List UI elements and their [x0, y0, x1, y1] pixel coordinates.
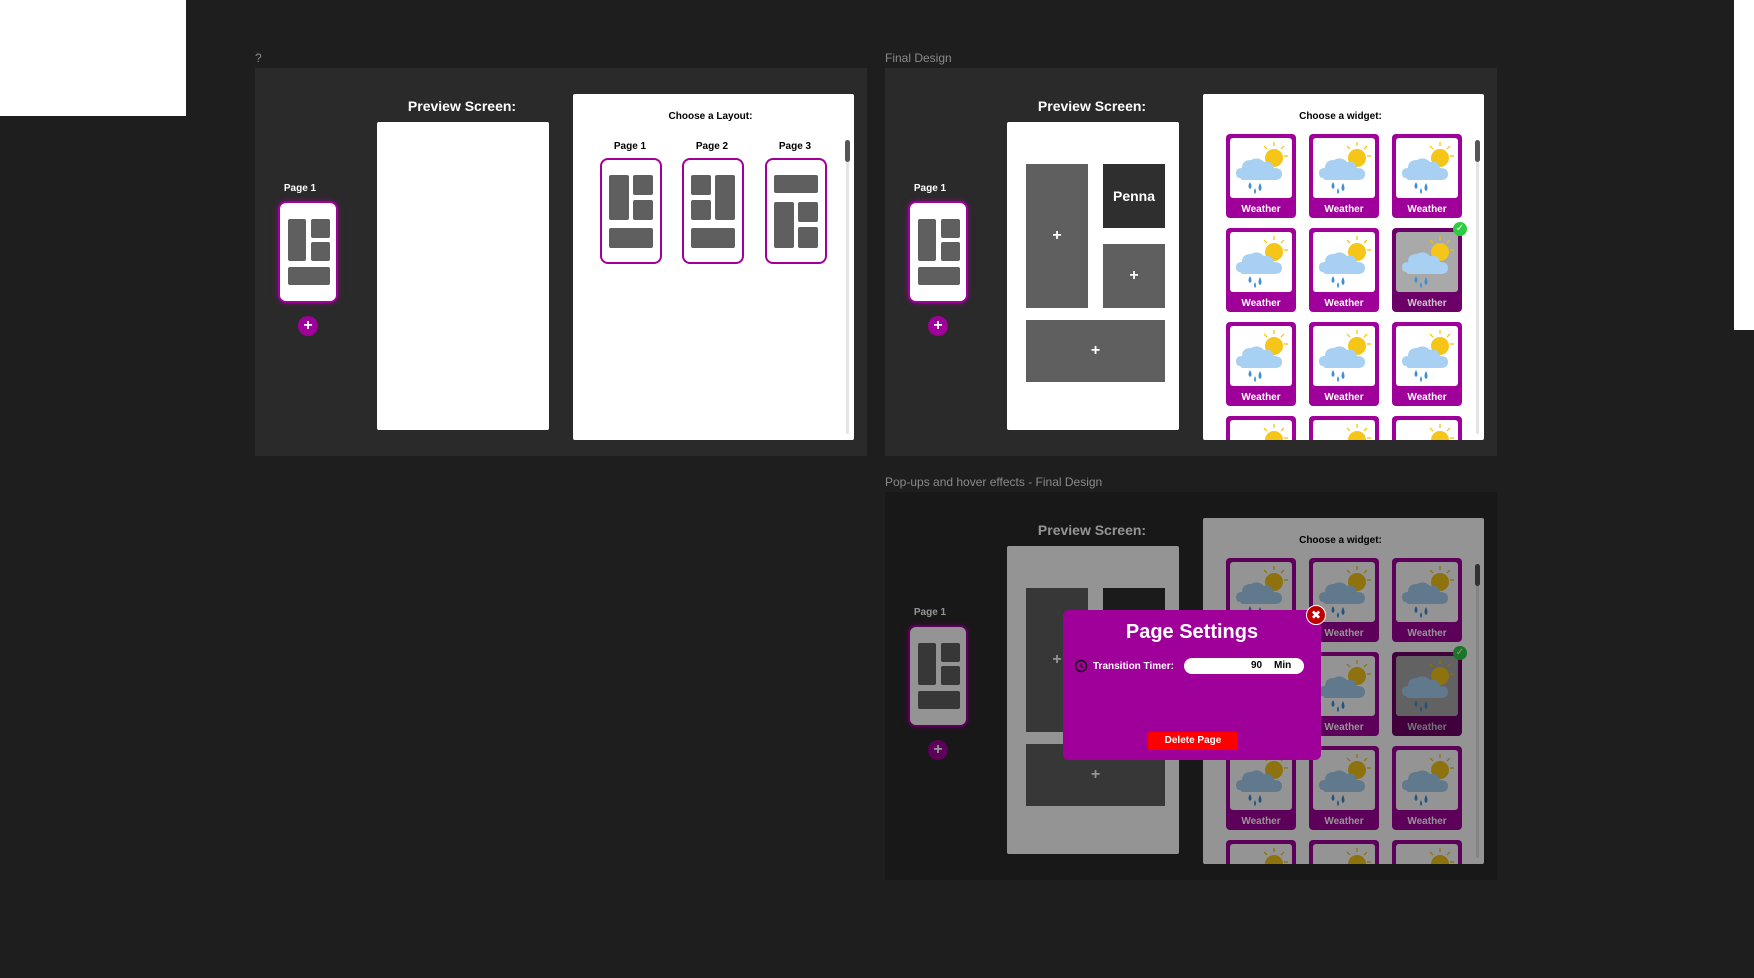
widget-label: Weather	[1324, 392, 1364, 403]
cloud-rain-sun-icon	[1236, 330, 1288, 382]
cloud-rain-sun-icon	[1236, 142, 1288, 194]
layout-label: Page 3	[778, 141, 812, 152]
cloud-rain-sun-icon	[1236, 236, 1288, 288]
cloud-rain-sun-icon	[1402, 330, 1454, 382]
add-page-button[interactable]: +	[298, 316, 318, 336]
weather-widget[interactable]: Weather	[1226, 228, 1296, 312]
weather-widget[interactable]: Weather	[1392, 228, 1462, 312]
frame-label-left: ?	[255, 51, 262, 65]
layout-scrollbar[interactable]	[846, 140, 849, 434]
frame-label-final: Final Design	[885, 51, 952, 65]
cloud-rain-sun-icon	[1319, 142, 1371, 194]
weather-widget[interactable]: Weather	[1392, 322, 1462, 406]
weather-widget[interactable]: Weather	[1309, 416, 1379, 440]
widget-icon-box	[1313, 326, 1375, 386]
preview-title: Preview Screen:	[407, 98, 517, 114]
layout-label: Page 2	[695, 141, 729, 152]
widget-label: Weather	[1324, 204, 1364, 215]
cloud-rain-sun-icon	[1429, 424, 1454, 440]
check-icon: ✓	[1453, 222, 1467, 236]
widget-icon-box	[1396, 420, 1458, 440]
widget-icon-box	[1396, 232, 1458, 292]
widget-label: Weather	[1407, 298, 1447, 309]
widget-icon-box	[1230, 420, 1292, 440]
widget-label: Weather	[1241, 204, 1281, 215]
clock-icon	[1074, 659, 1088, 673]
widget-icon-box	[1396, 138, 1458, 198]
cloud-rain-sun-icon	[1319, 236, 1371, 288]
close-icon[interactable]: ✖	[1306, 605, 1326, 625]
layout-scrollbar-thumb[interactable]	[845, 140, 850, 162]
widget-scrollbar[interactable]	[1476, 140, 1479, 434]
page-settings-modal: Page Settings ✖ Transition Timer: 90 Min…	[1063, 605, 1326, 760]
widget-icon-box	[1230, 232, 1292, 292]
widget-label: Weather	[1407, 392, 1447, 403]
delete-page-button[interactable]: Delete Page	[1148, 732, 1238, 750]
page-label: Page 1	[913, 183, 947, 194]
frame-popups: Page 1 + Preview Screen: + Penna + + Cho…	[885, 492, 1497, 880]
canvas-scrollbar[interactable]	[1734, 0, 1754, 330]
widget-icon-box	[1230, 138, 1292, 198]
cloud-rain-sun-icon	[1263, 424, 1288, 440]
preview-slot-widget[interactable]: Penna	[1103, 164, 1165, 228]
widget-icon-box	[1396, 326, 1458, 386]
layout-panel-title: Choose a Layout:	[668, 111, 753, 122]
transition-timer-label: Transition Timer:	[1093, 661, 1174, 672]
widget-icon-box	[1313, 138, 1375, 198]
widget-icon-box	[1313, 232, 1375, 292]
widget-label: Weather	[1241, 392, 1281, 403]
layout-panel: Choose a Layout: Page 1 Page 2 Page 3	[573, 94, 854, 440]
page-thumbnail[interactable]	[278, 201, 338, 303]
frame-left: Page 1 + Preview Screen: Choose a Layout…	[255, 68, 867, 456]
weather-widget[interactable]: Weather	[1392, 134, 1462, 218]
widget-label: Weather	[1407, 204, 1447, 215]
layout-option-1[interactable]	[600, 158, 662, 264]
preview-screen: + Penna + +	[1007, 122, 1179, 430]
widget-panel-title: Choose a widget:	[1299, 111, 1382, 122]
frame-final: Page 1 + Preview Screen: + Penna + + Cho…	[885, 68, 1497, 456]
weather-widget[interactable]: Weather	[1392, 416, 1462, 440]
layout-label: Page 1	[613, 141, 647, 152]
add-page-button[interactable]: +	[928, 316, 948, 336]
widget-scrollbar-thumb[interactable]	[1475, 140, 1480, 162]
weather-widget[interactable]: Weather	[1226, 416, 1296, 440]
preview-slot-right[interactable]: +	[1103, 244, 1165, 308]
modal-title: Page Settings	[1125, 621, 1259, 643]
cloud-rain-sun-icon	[1402, 142, 1454, 194]
widget-icon-box	[1313, 420, 1375, 440]
weather-widget[interactable]: Weather	[1309, 228, 1379, 312]
preview-title: Preview Screen:	[1037, 98, 1147, 114]
transition-timer-input[interactable]: 90 Min	[1184, 658, 1304, 674]
cloud-rain-sun-icon	[1402, 236, 1454, 288]
preview-slot-bottom[interactable]: +	[1026, 320, 1165, 382]
widget-label: Weather	[1241, 298, 1281, 309]
preview-screen	[377, 122, 549, 430]
layout-option-3[interactable]	[765, 158, 827, 264]
canvas-white-block	[0, 0, 186, 116]
weather-widget[interactable]: Weather	[1226, 322, 1296, 406]
weather-widget[interactable]: Weather	[1309, 134, 1379, 218]
page-thumbnail[interactable]	[908, 201, 968, 303]
layout-option-2[interactable]	[682, 158, 744, 264]
frame-label-popups: Pop-ups and hover effects - Final Design	[885, 475, 1103, 489]
weather-widget[interactable]: Weather	[1309, 322, 1379, 406]
page-label: Page 1	[283, 183, 317, 194]
cloud-rain-sun-icon	[1346, 424, 1371, 440]
widget-label: Weather	[1324, 298, 1364, 309]
timer-unit: Min	[1274, 660, 1292, 671]
weather-widget[interactable]: Weather	[1226, 134, 1296, 218]
cloud-rain-sun-icon	[1319, 330, 1371, 382]
widget-icon-box	[1230, 326, 1292, 386]
preview-slot-left[interactable]: +	[1026, 164, 1088, 308]
timer-value: 90	[1251, 660, 1263, 671]
widget-panel: Choose a widget: Weather Weather Weather	[1203, 94, 1484, 440]
